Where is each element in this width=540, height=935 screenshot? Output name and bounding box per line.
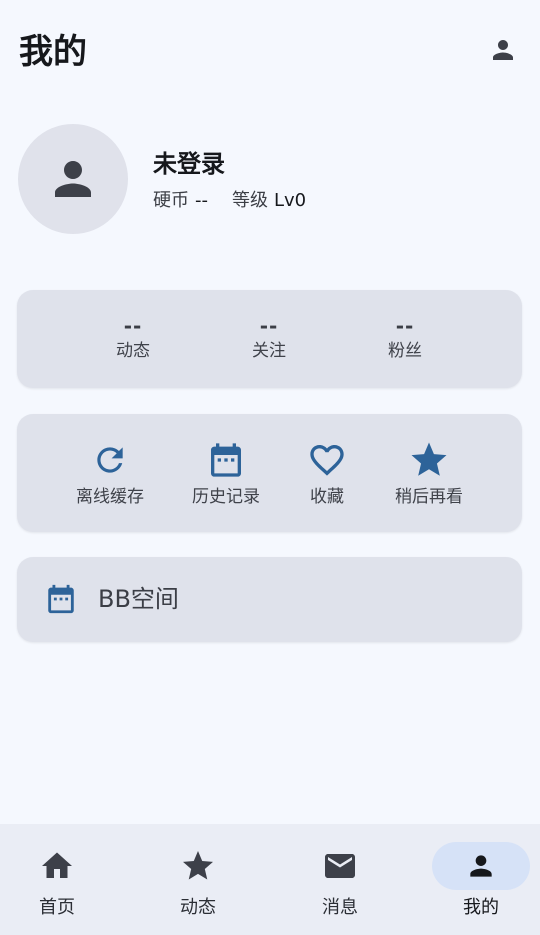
- nav-messages[interactable]: 消息: [290, 842, 390, 920]
- stat-value: --: [259, 314, 279, 338]
- offline-cache-button[interactable]: 离线缓存: [55, 438, 165, 508]
- bottom-navigation: 首页 动态 消息 我的: [0, 824, 540, 935]
- stat-label: 粉丝: [388, 341, 422, 361]
- nav-mine[interactable]: 我的: [431, 842, 531, 920]
- heart-icon: [310, 445, 344, 476]
- calendar-icon: [211, 443, 241, 477]
- action-label: 稍后再看: [395, 487, 463, 507]
- action-label: 收藏: [310, 487, 344, 507]
- stat-value: --: [123, 314, 143, 338]
- home-icon: [42, 852, 72, 878]
- level-value: Lv0: [274, 190, 307, 211]
- profile-name[interactable]: 未登录: [153, 148, 225, 180]
- history-button[interactable]: 历史记录: [171, 438, 281, 508]
- mail-icon: [325, 854, 355, 878]
- nav-active-indicator: [432, 842, 530, 890]
- stat-fans[interactable]: -- 粉丝: [345, 312, 465, 362]
- profile-meta: 硬币 -- 等级 Lv0: [153, 188, 306, 214]
- stat-label: 动态: [116, 341, 150, 361]
- person-icon: [493, 40, 513, 60]
- nav-dynamics[interactable]: 动态: [148, 842, 248, 920]
- stat-label: 关注: [252, 341, 286, 361]
- coin-label: 硬币: [153, 190, 189, 211]
- quick-actions-card: 离线缓存 历史记录 收藏 稍后再看: [17, 414, 522, 532]
- watch-later-button[interactable]: 稍后再看: [374, 438, 484, 508]
- nav-label: 消息: [322, 897, 358, 918]
- refresh-icon: [97, 447, 123, 473]
- bb-space-label: BB空间: [98, 585, 179, 613]
- stat-following[interactable]: -- 关注: [209, 312, 329, 362]
- top-app-bar: 我的: [0, 0, 540, 100]
- profile-section: 未登录 硬币 -- 等级 Lv0: [18, 124, 518, 234]
- bb-space-button[interactable]: BB空间: [17, 557, 522, 642]
- person-icon: [55, 161, 91, 197]
- stat-dynamics[interactable]: -- 动态: [73, 312, 193, 362]
- page-title: 我的: [19, 32, 87, 72]
- nav-home[interactable]: 首页: [7, 842, 107, 920]
- star-icon: [183, 851, 213, 880]
- nav-label: 动态: [180, 897, 216, 918]
- favorites-button[interactable]: 收藏: [272, 438, 382, 508]
- calendar-icon: [48, 584, 74, 614]
- coin-value: --: [195, 190, 208, 211]
- stats-card: -- 动态 -- 关注 -- 粉丝: [17, 290, 522, 388]
- action-label: 历史记录: [192, 487, 260, 507]
- stat-value: --: [395, 314, 415, 338]
- star-icon: [411, 442, 447, 476]
- person-icon: [470, 855, 492, 877]
- level-label: 等级: [232, 190, 268, 211]
- avatar[interactable]: [18, 124, 128, 234]
- action-label: 离线缓存: [76, 487, 144, 507]
- nav-label: 首页: [39, 897, 75, 918]
- account-button[interactable]: [483, 30, 523, 70]
- nav-label: 我的: [463, 897, 499, 918]
